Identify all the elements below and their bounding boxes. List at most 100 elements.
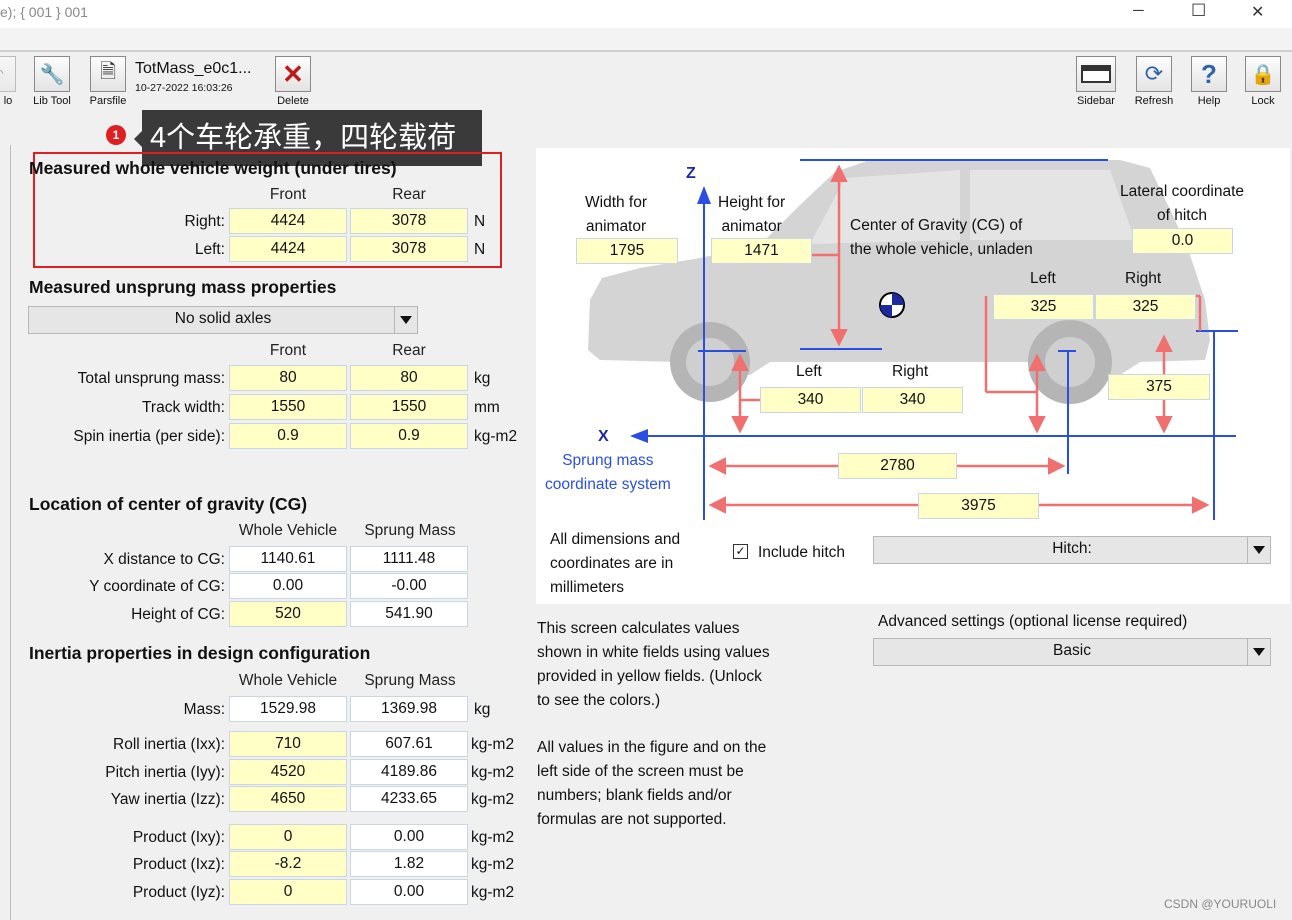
advanced-settings-dropdown[interactable]: Basic bbox=[873, 638, 1271, 666]
title-bar: e); { 001 } 001 ─ ☐ ✕ bbox=[0, 0, 1292, 28]
cg-marker-icon bbox=[879, 292, 905, 318]
moment-label: Roll inertia (Ixx): bbox=[113, 736, 225, 753]
mass-unit: kg bbox=[474, 701, 491, 718]
cg-whole-field: 0.00 bbox=[229, 573, 347, 599]
height-animator-label: Height for animator bbox=[718, 194, 786, 235]
hitch-height-field[interactable]: 375 bbox=[1108, 374, 1210, 400]
mass-label: Mass: bbox=[183, 701, 225, 718]
front-left-label: Left bbox=[796, 363, 822, 380]
watermark: CSDN @YOURUOLI bbox=[1164, 897, 1277, 911]
refresh-button[interactable]: ⟳ Refresh bbox=[1130, 56, 1178, 107]
unsprung-rear-field[interactable]: 80 bbox=[350, 365, 468, 391]
unsprung-row-label: Track width: bbox=[142, 399, 225, 416]
delete-button[interactable]: ✕ Delete bbox=[270, 56, 316, 107]
moment-sprung-field: 4233.65 bbox=[350, 786, 468, 812]
product-whole-field[interactable]: 0 bbox=[229, 824, 347, 850]
window-title: e); { 001 } 001 bbox=[0, 4, 88, 20]
overall-length-field[interactable]: 3975 bbox=[918, 493, 1039, 519]
weight-right-front-field[interactable]: 4424 bbox=[229, 208, 347, 234]
product-unit: kg-m2 bbox=[471, 829, 515, 846]
dataset-title: TotMass_e0c1... bbox=[135, 60, 252, 77]
info-paragraph-numbers: All values in the figure and on the left … bbox=[537, 739, 767, 828]
cg-section-title: Location of center of gravity (CG) bbox=[29, 494, 308, 514]
front-right-field[interactable]: 340 bbox=[862, 387, 963, 413]
close-window-button[interactable]: ✕ bbox=[1251, 2, 1264, 22]
mass-sprung-field: 1369.98 bbox=[350, 696, 468, 722]
help-icon: ? bbox=[1201, 58, 1217, 89]
hitch-dropdown[interactable]: Hitch: bbox=[873, 536, 1271, 564]
weight-unit: N bbox=[474, 241, 486, 258]
include-hitch-checkbox[interactable]: ✓ bbox=[733, 544, 748, 559]
moment-whole-field[interactable]: 4520 bbox=[229, 759, 347, 785]
unsprung-rear-field[interactable]: 0.9 bbox=[350, 423, 468, 449]
cg-description: Center of Gravity (CG) of the whole vehic… bbox=[850, 217, 1033, 258]
weight-right-label: Right: bbox=[184, 213, 226, 230]
unsprung-front-field[interactable]: 1550 bbox=[229, 394, 347, 420]
moment-unit: kg-m2 bbox=[471, 791, 515, 808]
delete-x-icon: ✕ bbox=[282, 59, 304, 89]
unsprung-front-field[interactable]: 0.9 bbox=[229, 423, 347, 449]
cg-sprung-field: 541.90 bbox=[350, 601, 468, 627]
dataset-date: 10-27-2022 16:03:26 bbox=[135, 82, 233, 94]
wrench-icon: 🔧 bbox=[39, 63, 65, 86]
cg-whole-field: 1140.61 bbox=[229, 546, 347, 572]
wheelbase-field[interactable]: 2780 bbox=[838, 453, 957, 479]
unsprung-rear-field[interactable]: 1550 bbox=[350, 394, 468, 420]
unsprung-front-field[interactable]: 80 bbox=[229, 365, 347, 391]
maximize-button[interactable]: ☐ bbox=[1191, 1, 1206, 21]
coord-system-label: Sprung mass coordinate system bbox=[545, 452, 671, 493]
height-animator-field[interactable]: 1471 bbox=[711, 238, 812, 264]
weight-section-title: Measured whole vehicle weight (under tir… bbox=[29, 158, 397, 178]
weight-left-front-field[interactable]: 4424 bbox=[229, 236, 347, 262]
lock-icon: 🔒 bbox=[1250, 63, 1276, 86]
cg-row-label: Y coordinate of CG: bbox=[89, 578, 225, 595]
lib-tool-button[interactable]: 🔧 Lib Tool bbox=[28, 56, 76, 107]
cg-sprung-field: -0.00 bbox=[350, 573, 468, 599]
weight-left-label: Left: bbox=[194, 241, 225, 258]
product-whole-field[interactable]: 0 bbox=[229, 879, 347, 905]
front-left-field[interactable]: 340 bbox=[760, 387, 861, 413]
inertia-section-title: Inertia properties in design configurati… bbox=[29, 643, 371, 663]
rear-left-field[interactable]: 325 bbox=[993, 294, 1094, 320]
sidebar-button[interactable]: Sidebar bbox=[1072, 56, 1120, 107]
width-animator-field[interactable]: 1795 bbox=[576, 238, 678, 264]
undo-icon: ↶ bbox=[0, 66, 4, 83]
parsfile-button[interactable]: 🗎 Parsfile bbox=[84, 56, 132, 107]
toolbar: ↶ lo 🔧 Lib Tool 🗎 Parsfile TotMass_e0c1.… bbox=[0, 52, 1292, 110]
inertia-col-whole: Whole Vehicle bbox=[238, 672, 338, 689]
moment-whole-field[interactable]: 710 bbox=[229, 731, 347, 757]
moment-whole-field[interactable]: 4650 bbox=[229, 786, 347, 812]
info-paragraph-calculation: This screen calculates values shown in wh… bbox=[537, 620, 770, 709]
annotation-badge: 1 bbox=[106, 125, 126, 145]
include-hitch-label: Include hitch bbox=[758, 544, 846, 561]
moment-unit: kg-m2 bbox=[471, 736, 515, 753]
axle-type-dropdown[interactable]: No solid axles bbox=[28, 306, 418, 334]
weight-col-front: Front bbox=[269, 186, 307, 203]
unsprung-unit: kg-m2 bbox=[474, 428, 518, 445]
unsprung-col-rear: Rear bbox=[392, 342, 426, 359]
unsprung-col-front: Front bbox=[269, 342, 307, 359]
cg-col-whole: Whole Vehicle bbox=[238, 522, 338, 539]
minimize-button[interactable]: ─ bbox=[1133, 2, 1144, 19]
rear-right-field[interactable]: 325 bbox=[1095, 294, 1196, 320]
lateral-hitch-field[interactable]: 0.0 bbox=[1132, 228, 1233, 254]
cg-height-field[interactable]: 520 bbox=[229, 601, 347, 627]
x-axis-label: X bbox=[598, 428, 609, 445]
unsprung-unit: kg bbox=[474, 370, 491, 387]
help-button[interactable]: ? Help bbox=[1186, 56, 1232, 107]
undo-button[interactable]: ↶ lo bbox=[0, 56, 16, 107]
cg-col-sprung: Sprung Mass bbox=[364, 522, 456, 539]
weight-left-rear-field[interactable]: 3078 bbox=[350, 236, 468, 262]
chevron-down-icon bbox=[1247, 537, 1270, 563]
weight-right-rear-field[interactable]: 3078 bbox=[350, 208, 468, 234]
moment-unit: kg-m2 bbox=[471, 764, 515, 781]
product-whole-field[interactable]: -8.2 bbox=[229, 851, 347, 877]
front-right-label: Right bbox=[892, 363, 929, 380]
product-sprung-field: 1.82 bbox=[350, 851, 468, 877]
product-unit: kg-m2 bbox=[471, 884, 515, 901]
advanced-settings-label: Advanced settings (optional license requ… bbox=[878, 613, 1188, 630]
width-animator-label: Width for animator bbox=[585, 194, 648, 235]
unsprung-unit: mm bbox=[474, 399, 500, 416]
lock-button[interactable]: 🔒 Lock bbox=[1240, 56, 1286, 107]
inertia-col-sprung: Sprung Mass bbox=[364, 672, 456, 689]
